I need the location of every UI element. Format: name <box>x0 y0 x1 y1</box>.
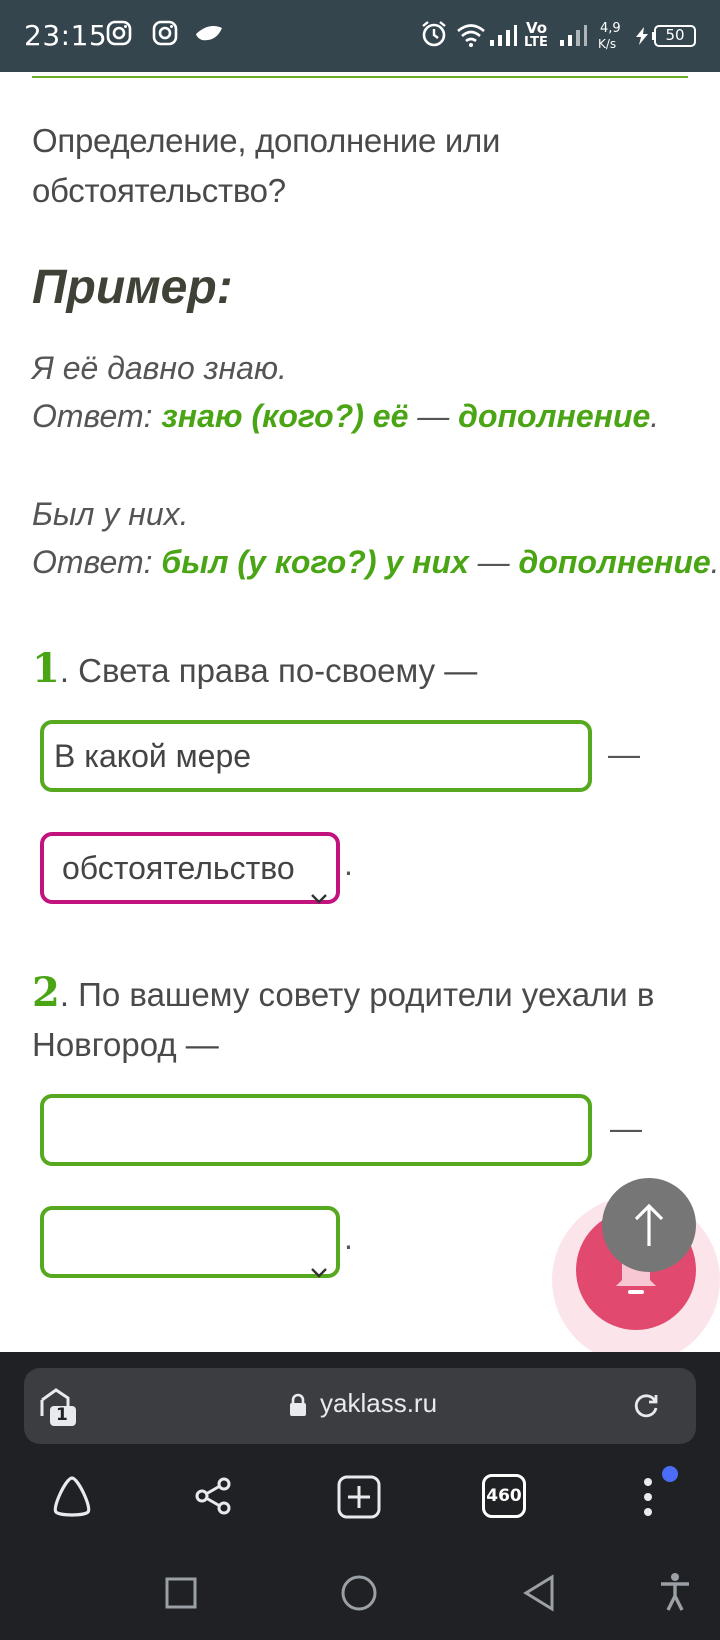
question-text: . По вашему совету родители уехали в Нов… <box>32 976 655 1063</box>
update-indicator <box>662 1466 678 1482</box>
accessibility-icon[interactable] <box>658 1572 692 1617</box>
charging-icon <box>632 26 652 51</box>
app-notification-icon <box>194 24 224 49</box>
arrow-up-icon <box>633 1202 665 1253</box>
question-2-role-select[interactable] <box>40 1206 340 1278</box>
example-sentence: Я её давно знаю. <box>32 350 287 386</box>
tab-group-badge: 1 <box>56 1405 68 1425</box>
chevron-down-icon <box>310 862 328 926</box>
example-answer: Ответ: был (у кого?) у них — дополнение. <box>32 544 720 580</box>
alarm-icon <box>420 20 448 53</box>
divider <box>32 76 688 78</box>
status-time: 23:15 <box>24 19 108 52</box>
select-value: обстоятельство <box>62 850 295 886</box>
share-icon[interactable] <box>194 1476 234 1521</box>
chevron-down-icon <box>310 1236 328 1300</box>
period: . <box>344 846 353 882</box>
question-1-answer-input[interactable]: В какой мере <box>40 720 592 792</box>
net-speed-value: 4,9 <box>600 21 621 36</box>
example-sentence: Был у них. <box>32 496 189 532</box>
lock-icon <box>288 1393 308 1422</box>
question-1-role-select[interactable]: обстоятельство <box>40 832 340 904</box>
back-icon[interactable] <box>522 1574 556 1617</box>
tab-count-button[interactable]: 460 <box>482 1474 526 1518</box>
dash: — <box>610 1110 642 1146</box>
question-text: . Света права по-своему — <box>59 652 478 689</box>
status-bar: 23:15 Vo LTE 4,9 K/s 50 <box>0 0 720 72</box>
question-1: 1. Света права по-своему — <box>32 644 672 696</box>
net-speed-unit: K/s <box>598 37 617 51</box>
question-2-answer-input[interactable] <box>40 1094 592 1166</box>
signal-icon <box>558 24 588 53</box>
page-content: Определение, дополнение или обстоятельст… <box>0 72 720 1352</box>
home-icon[interactable] <box>48 1474 96 1523</box>
new-tab-icon[interactable] <box>336 1474 382 1525</box>
answer-role: дополнение <box>458 398 651 434</box>
recents-icon[interactable] <box>164 1576 198 1615</box>
example-heading: Пример: <box>32 261 233 314</box>
home-nav-icon[interactable] <box>340 1574 378 1617</box>
instagram-icon <box>152 20 178 51</box>
instagram-icon <box>106 20 132 51</box>
question-2: 2. По вашему совету родители уехали в Но… <box>32 968 672 1070</box>
url-text[interactable]: yaklass.ru <box>320 1388 437 1419</box>
question-number: 1 <box>32 645 60 692</box>
example-answer: Ответ: знаю (кого?) её — дополнение. <box>32 398 660 434</box>
signal-icon <box>488 24 518 53</box>
more-menu-icon[interactable] <box>640 1476 656 1523</box>
volte-label-bottom: LTE <box>524 35 548 50</box>
dash: — <box>608 736 640 772</box>
question-number: 2 <box>32 969 60 1016</box>
scroll-to-top-button[interactable] <box>602 1178 696 1272</box>
reload-icon[interactable] <box>632 1392 660 1425</box>
volte-label-top: Vo <box>526 19 548 37</box>
period: . <box>344 1220 353 1256</box>
task-instruction: Определение, дополнение или обстоятельст… <box>32 122 501 209</box>
answer-role: дополнение <box>518 544 711 580</box>
wifi-icon <box>456 22 486 53</box>
answer-phrase: знаю (кого?) её <box>161 398 409 434</box>
battery-level: 50 <box>665 26 685 44</box>
answer-phrase: был (у кого?) у них <box>161 544 469 580</box>
